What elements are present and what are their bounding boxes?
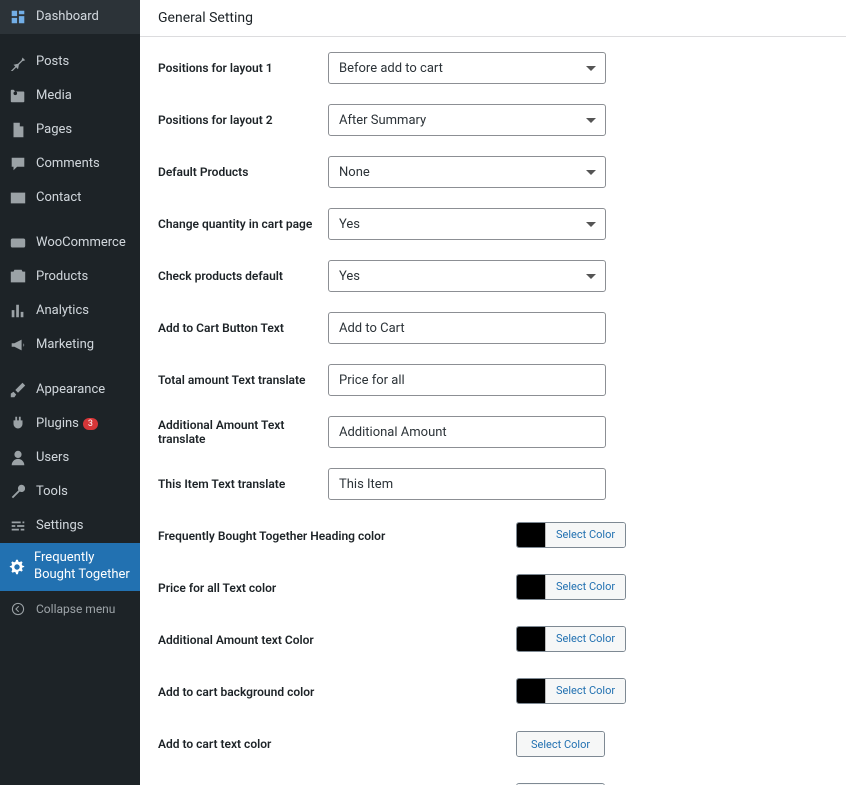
collapse-menu[interactable]: Collapse menu [0, 591, 140, 627]
sidebar-item-label: Plugins [36, 416, 79, 433]
sidebar-item-label: Settings [36, 518, 83, 535]
label-default-products: Default Products [158, 165, 328, 179]
label-atc-text: Add to Cart Button Text [158, 321, 328, 335]
select-default-products[interactable]: None [328, 156, 606, 188]
sidebar-item-pages[interactable]: Pages [0, 113, 140, 147]
sidebar-item-comments[interactable]: Comments [0, 147, 140, 181]
swatch-heading [517, 523, 545, 547]
select-color-additional[interactable]: Select Color [545, 627, 625, 651]
sidebar-item-tools[interactable]: Tools [0, 475, 140, 509]
brush-icon [8, 380, 28, 400]
media-icon [8, 86, 28, 106]
label-heading-color: Frequently Bought Together Heading color [158, 529, 516, 543]
label-change-qty: Change quantity in cart page [158, 217, 328, 231]
analytics-icon [8, 301, 28, 321]
megaphone-icon [8, 335, 28, 355]
sidebar-item-dashboard[interactable]: Dashboard [0, 0, 140, 34]
admin-sidebar: Dashboard Posts Media Pages Comments Con… [0, 0, 140, 785]
sidebar-item-label: Appearance [36, 382, 105, 399]
input-total-text[interactable] [328, 364, 606, 396]
sidebar-item-label: Products [36, 269, 88, 286]
sidebar-item-contact[interactable]: Contact [0, 181, 140, 215]
main-content: General Setting Positions for layout 1 B… [140, 0, 846, 785]
select-color-priceforall[interactable]: Select Color [545, 575, 625, 599]
swatch-atcbg [517, 679, 545, 703]
sidebar-item-label: Pages [36, 122, 72, 139]
pin-icon [8, 52, 28, 72]
sidebar-item-label: Frequently Bought Together [34, 550, 132, 584]
label-total-text: Total amount Text translate [158, 373, 328, 387]
sidebar-item-fbt[interactable]: Frequently Bought Together [0, 543, 140, 591]
sidebar-item-label: Marketing [36, 337, 94, 354]
sidebar-item-label: Comments [36, 156, 100, 173]
select-color-heading[interactable]: Select Color [545, 523, 625, 547]
sidebar-item-label: Contact [36, 190, 81, 207]
sidebar-item-label: WooCommerce [36, 235, 126, 252]
select-change-qty[interactable]: Yes [328, 208, 606, 240]
page-icon [8, 120, 28, 140]
label-atctext-color: Add to cart text color [158, 737, 516, 751]
select-check-default[interactable]: Yes [328, 260, 606, 292]
sidebar-item-label: Dashboard [36, 9, 99, 26]
sidebar-item-users[interactable]: Users [0, 441, 140, 475]
sidebar-item-label: Posts [36, 54, 69, 71]
gear-icon [8, 557, 26, 577]
label-priceforall-color: Price for all Text color [158, 581, 516, 595]
label-atcbg-color: Add to cart background color [158, 685, 516, 699]
dashboard-icon [8, 7, 28, 27]
comment-icon [8, 154, 28, 174]
swatch-priceforall [517, 575, 545, 599]
input-additional-text[interactable] [328, 416, 606, 448]
label-additional-text: Additional Amount Text translate [158, 418, 328, 446]
products-icon [8, 267, 28, 287]
sidebar-item-label: Users [36, 450, 69, 467]
swatch-additional [517, 627, 545, 651]
select-color-atcbg[interactable]: Select Color [545, 679, 625, 703]
select-positions-layout1[interactable]: Before add to cart [328, 52, 606, 84]
sidebar-item-label: Tools [36, 484, 68, 501]
sidebar-item-plugins[interactable]: Plugins 3 [0, 407, 140, 441]
user-icon [8, 448, 28, 468]
sidebar-item-posts[interactable]: Posts [0, 45, 140, 79]
label-additional-color: Additional Amount text Color [158, 633, 516, 647]
sliders-icon [8, 516, 28, 536]
sidebar-item-products[interactable]: Products [0, 260, 140, 294]
sidebar-item-woocommerce[interactable]: WooCommerce [0, 226, 140, 260]
label-this-item-text: This Item Text translate [158, 477, 328, 491]
mail-icon [8, 188, 28, 208]
wrench-icon [8, 482, 28, 502]
collapse-label: Collapse menu [36, 602, 115, 616]
select-color-atctext[interactable]: Select Color [517, 732, 604, 756]
label-positions-layout2: Positions for layout 2 [158, 113, 328, 127]
label-check-default: Check products default [158, 269, 328, 283]
sidebar-item-label: Media [36, 88, 72, 105]
select-positions-layout2[interactable]: After Summary [328, 104, 606, 136]
update-badge: 3 [83, 418, 98, 430]
sidebar-item-settings[interactable]: Settings [0, 509, 140, 543]
collapse-icon [8, 599, 28, 619]
sidebar-item-analytics[interactable]: Analytics [0, 294, 140, 328]
input-atc-text[interactable] [328, 312, 606, 344]
sidebar-item-marketing[interactable]: Marketing [0, 328, 140, 362]
plug-icon [8, 414, 28, 434]
page-title: General Setting [140, 0, 846, 37]
woo-icon [8, 233, 28, 253]
sidebar-item-label: Analytics [36, 303, 89, 320]
input-this-item-text[interactable] [328, 468, 606, 500]
label-positions-layout1: Positions for layout 1 [158, 61, 328, 75]
sidebar-item-media[interactable]: Media [0, 79, 140, 113]
sidebar-item-appearance[interactable]: Appearance [0, 373, 140, 407]
